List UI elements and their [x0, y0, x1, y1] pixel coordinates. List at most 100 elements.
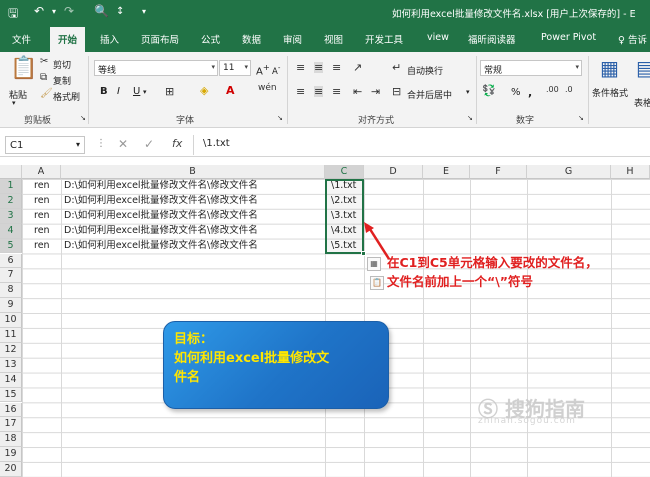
number-launcher-icon[interactable]: ↘ — [578, 114, 584, 122]
conditional-format-icon[interactable]: ▦ — [600, 58, 619, 78]
paste-icon[interactable]: 📋 — [10, 58, 37, 80]
wrap-text-button[interactable]: 自动换行 — [407, 64, 443, 77]
row-header[interactable]: 9 — [0, 298, 22, 314]
column-header-g[interactable]: G — [527, 165, 611, 179]
percent-button[interactable]: % — [511, 87, 521, 98]
italic-button[interactable]: I — [117, 86, 120, 97]
print-preview-icon[interactable]: 🔍 — [94, 4, 109, 18]
tab-foxit-reader[interactable]: 福昕阅读器 — [468, 32, 516, 46]
format-table-icon[interactable]: ▤ — [636, 58, 650, 78]
row-header[interactable]: 15 — [0, 387, 22, 403]
formula-input[interactable]: \1.txt — [203, 138, 230, 149]
row-header[interactable]: 16 — [0, 402, 22, 418]
comma-button[interactable]: , — [528, 86, 532, 99]
increase-decimal-icon[interactable]: .00 — [546, 86, 559, 94]
row-header[interactable]: 7 — [0, 268, 22, 284]
merge-dropdown-icon[interactable]: ▾ — [466, 88, 470, 96]
shrink-font-button[interactable]: A- — [272, 63, 280, 77]
column-header-c[interactable]: C — [325, 165, 364, 179]
cell-a2[interactable]: ren — [34, 194, 50, 209]
cell-a3[interactable]: ren — [34, 209, 50, 224]
formula-bar-grip-icon[interactable]: ⋮ — [96, 138, 106, 149]
row-header[interactable]: 6 — [0, 253, 22, 269]
tab-page-layout[interactable]: 页面布局 — [141, 32, 179, 46]
font-name-combo[interactable]: 等线 ▾ — [94, 60, 218, 76]
row-header[interactable]: 10 — [0, 313, 22, 328]
underline-dropdown-icon[interactable]: ▾ — [143, 88, 147, 96]
align-middle-icon[interactable]: ≡ — [314, 62, 324, 73]
copy-icon[interactable]: ⧉ — [40, 73, 47, 83]
tab-power-pivot[interactable]: Power Pivot — [541, 32, 596, 43]
wrap-text-icon[interactable]: ↵ — [392, 62, 401, 73]
tab-home[interactable]: 开始 — [50, 27, 86, 52]
row-header[interactable]: 14 — [0, 372, 22, 388]
column-header-h[interactable]: H — [611, 165, 650, 179]
row-header[interactable]: 3 — [0, 208, 22, 224]
align-right-icon[interactable]: ≡ — [332, 86, 341, 97]
orientation-icon[interactable]: ↗ — [353, 62, 362, 73]
format-painter-icon[interactable]: 🖌 — [40, 89, 53, 99]
column-header-f[interactable]: F — [470, 165, 527, 179]
tab-view[interactable]: 视图 — [324, 32, 343, 46]
row-header[interactable]: 1 — [0, 179, 22, 194]
tab-view-addin[interactable]: view — [427, 32, 449, 43]
tab-insert[interactable]: 插入 — [100, 32, 119, 46]
tab-review[interactable]: 审阅 — [283, 32, 302, 46]
cell-b2[interactable]: D:\如何利用excel批量修改文件名\修改文件名 — [64, 194, 258, 209]
font-color-icon[interactable]: A — [226, 85, 235, 96]
tab-developer[interactable]: 开发工具 — [365, 32, 403, 46]
paste-dropdown-icon[interactable]: ▾ — [12, 99, 16, 107]
merge-center-icon[interactable]: ⊟ — [392, 86, 401, 97]
tab-tell-me[interactable]: ♀ 告诉 — [618, 32, 647, 46]
name-box[interactable]: C1 ▾ — [5, 136, 85, 154]
font-launcher-icon[interactable]: ↘ — [277, 114, 283, 122]
phonetic-icon[interactable]: wén — [258, 84, 277, 93]
clipboard-launcher-icon[interactable]: ↘ — [80, 114, 86, 122]
cut-button[interactable]: 剪切 — [53, 58, 71, 71]
copy-button[interactable]: 复制 — [53, 74, 71, 87]
font-size-combo[interactable]: 11 ▾ — [219, 60, 251, 76]
format-painter-button[interactable]: 格式刷 — [53, 90, 80, 103]
sort-icon[interactable]: ↕ — [116, 6, 124, 17]
align-left-icon[interactable]: ≡ — [296, 86, 305, 97]
cell-a1[interactable]: ren — [34, 179, 50, 194]
cell-b5[interactable]: D:\如何利用excel批量修改文件名\修改文件名 — [64, 239, 258, 254]
redo-icon[interactable]: ↷ — [64, 4, 74, 18]
select-all-corner[interactable] — [0, 165, 22, 179]
underline-button[interactable]: U — [133, 86, 140, 97]
cell-b4[interactable]: D:\如何利用excel批量修改文件名\修改文件名 — [64, 224, 258, 239]
row-header[interactable]: 18 — [0, 432, 22, 448]
enter-icon[interactable]: ✓ — [144, 137, 154, 151]
row-header[interactable]: 12 — [0, 342, 22, 358]
align-center-icon[interactable]: ≡ — [314, 86, 324, 97]
column-header-b[interactable]: B — [61, 165, 325, 179]
bold-button[interactable]: B — [100, 86, 108, 97]
row-header[interactable]: 2 — [0, 193, 22, 209]
tab-data[interactable]: 数据 — [242, 32, 261, 46]
cancel-icon[interactable]: ✕ — [118, 137, 128, 151]
merge-center-button[interactable]: 合并后居中 — [407, 88, 452, 101]
cut-icon[interactable]: ✂ — [40, 57, 48, 67]
cell-a5[interactable]: ren — [34, 239, 50, 254]
undo-icon[interactable]: ↶ — [34, 4, 44, 18]
undo-dropdown-icon[interactable]: ▾ — [52, 7, 56, 16]
number-format-combo[interactable]: 常规 ▾ — [480, 60, 582, 76]
customize-qat-icon[interactable]: ▾ — [142, 7, 146, 16]
decrease-decimal-icon[interactable]: .0 — [565, 86, 573, 94]
row-header[interactable]: 13 — [0, 357, 22, 373]
grow-font-button[interactable]: A+ — [256, 62, 270, 77]
column-header-e[interactable]: E — [423, 165, 470, 179]
row-header[interactable]: 4 — [0, 223, 22, 239]
column-header-d[interactable]: D — [364, 165, 423, 179]
cell-a4[interactable]: ren — [34, 224, 50, 239]
insert-function-icon[interactable]: fx — [172, 137, 182, 150]
cell-b1[interactable]: D:\如何利用excel批量修改文件名\修改文件名 — [64, 179, 258, 194]
paste-options-icon[interactable]: 📋 — [370, 276, 384, 290]
increase-indent-icon[interactable]: ⇥ — [371, 86, 380, 97]
alignment-launcher-icon[interactable]: ↘ — [467, 114, 473, 122]
cell-b3[interactable]: D:\如何利用excel批量修改文件名\修改文件名 — [64, 209, 258, 224]
row-header[interactable]: 19 — [0, 447, 22, 463]
tab-file[interactable]: 文件 — [12, 32, 31, 46]
align-top-icon[interactable]: ≡ — [296, 62, 305, 73]
accounting-format-icon[interactable]: 💱 — [482, 85, 496, 96]
